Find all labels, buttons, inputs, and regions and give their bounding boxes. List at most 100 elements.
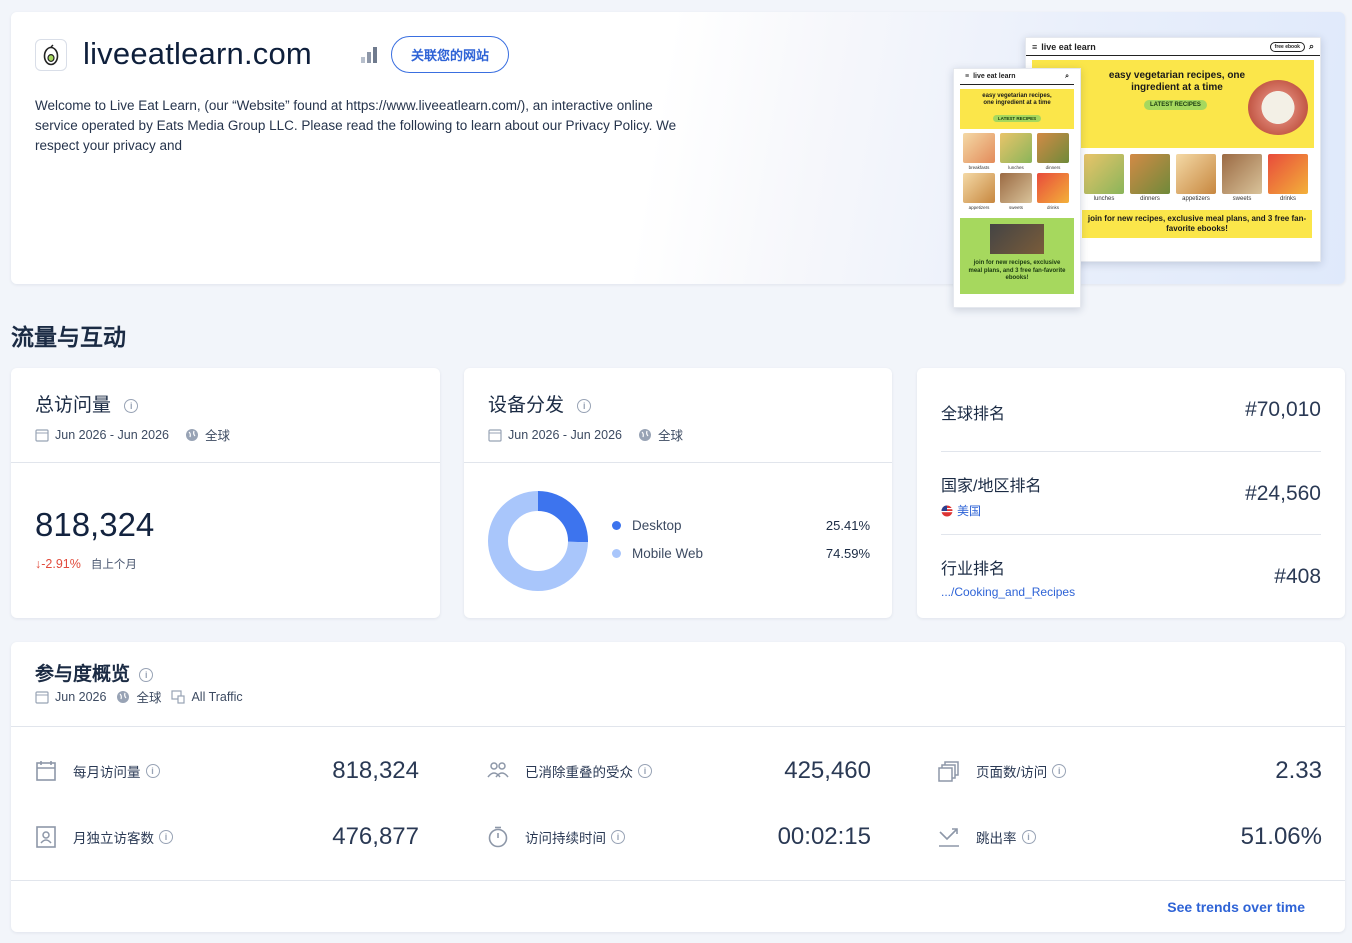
search-icon: ⌕ — [1308, 41, 1314, 51]
info-icon[interactable]: i — [1052, 764, 1067, 778]
info-icon[interactable]: i — [1021, 830, 1036, 844]
divider — [941, 451, 1321, 452]
site-name: liveeatlearn.com — [83, 36, 312, 71]
engagement-overview-card: 参与度概览 i Jun 2026 全球 All Traffic 每月访问量 i 8… — [11, 642, 1345, 932]
connect-site-button[interactable]: 关联您的网站 — [391, 36, 509, 73]
metric-pages-per-visit: 页面数/访问 i 2.33 — [938, 757, 1322, 785]
metric-deduplicated-audience: 已消除重叠的受众 i 425,460 — [487, 757, 871, 785]
preview-headline: easy vegetarian recipes, one ingredient … — [1108, 70, 1246, 93]
card-meta: Jun 2026 - Jun 2026 全球 — [35, 425, 230, 444]
preview-ebook-button: free ebook — [1269, 41, 1305, 52]
info-icon[interactable]: i — [638, 764, 652, 778]
legend-dot — [612, 521, 621, 530]
change-value: -2.91% — [41, 557, 81, 571]
device-distribution-card: 设备分发 i Jun 2026 - Jun 2026 全球 Desktop 25… — [464, 368, 892, 618]
device-donut-chart — [488, 491, 588, 591]
divider — [11, 462, 440, 463]
card-meta: Jun 2026 - Jun 2026 全球 — [488, 425, 683, 444]
preview-header: ≡ live eat learn ⌕ — [960, 69, 1074, 85]
donut-slice-desktop[interactable] — [537, 491, 588, 543]
metric-value: 476,877 — [332, 823, 419, 850]
divider — [941, 534, 1321, 535]
calendar-icon — [35, 428, 49, 442]
food-plate-image — [1248, 80, 1308, 135]
date[interactable]: Jun 2026 — [55, 690, 106, 704]
calendar-icon — [488, 428, 502, 442]
legend-dot — [612, 549, 621, 558]
menu-icon: ≡ — [965, 73, 970, 80]
bounce-arrow-icon — [939, 828, 959, 847]
see-trends-link[interactable]: See trends over time — [1167, 899, 1305, 915]
legend-label: Desktop — [632, 518, 682, 533]
metric-bounce-rate: 跳出率 i 51.06% — [938, 823, 1322, 851]
metric-label: 跳出率 — [976, 831, 1017, 846]
devices-icon — [171, 689, 186, 704]
card-title: 设备分发 — [488, 395, 565, 416]
country-name[interactable]: 美国 — [957, 502, 981, 519]
users-icon — [487, 762, 509, 778]
metric-label: 已消除重叠的受众 — [525, 765, 633, 780]
pages-icon — [938, 761, 959, 782]
preview-banner: join for new recipes, exclusive meal pla… — [960, 218, 1074, 294]
legend-value: 25.41% — [825, 518, 870, 533]
divider — [11, 726, 1345, 727]
rank-value: #24,560 — [1245, 482, 1321, 505]
card-title: 参与度概览 — [35, 664, 131, 685]
card-title: 总访问量 — [35, 395, 112, 416]
card-meta: Jun 2026 全球 All Traffic — [35, 687, 243, 706]
date-range[interactable]: Jun 2026 - Jun 2026 — [55, 428, 169, 442]
preview-cta: LATEST RECIPES — [1144, 100, 1207, 110]
info-icon[interactable]: i — [145, 764, 160, 778]
metric-label: 每月访问量 — [73, 765, 141, 780]
section-title: 流量与互动 — [11, 324, 126, 350]
metric-monthly-visits: 每月访问量 i 818,324 — [35, 757, 419, 785]
legend-label: Mobile Web — [632, 546, 704, 561]
info-icon[interactable]: i — [611, 830, 625, 844]
metric-value: 2.33 — [1275, 757, 1322, 784]
preview-header: ≡ live eat learn free ebook ⌕ — [1026, 38, 1320, 56]
preview-logo: live eat learn — [1041, 41, 1096, 52]
industry-name[interactable]: .../Cooking_and_Recipes — [941, 585, 1075, 599]
legend-mobile: Mobile Web 74.59% — [612, 546, 870, 561]
global-rank: 全球排名 #70,010 — [941, 398, 1321, 424]
preview-banner: join for new recipes, exclusive meal pla… — [1082, 210, 1312, 238]
divider — [11, 880, 1345, 881]
visits-change: ↓-2.91% 自上个月 — [35, 556, 137, 572]
rank-value: #408 — [1274, 565, 1321, 588]
metric-label: 月独立访客数 — [73, 831, 154, 846]
metric-value: 818,324 — [332, 757, 419, 784]
site-description: Welcome to Live Eat Learn, (our “Website… — [35, 98, 677, 153]
region[interactable]: 全球 — [136, 687, 161, 706]
globe-icon — [185, 428, 198, 441]
visitor-card-icon — [36, 826, 56, 848]
metric-label: 访问持续时间 — [525, 831, 606, 846]
region[interactable]: 全球 — [205, 425, 230, 444]
date-range[interactable]: Jun 2026 - Jun 2026 — [508, 428, 622, 442]
traffic-type[interactable]: All Traffic — [191, 690, 242, 704]
us-flag-icon — [941, 505, 953, 516]
rank-label: 行业排名 — [941, 561, 1006, 578]
rank-signal-icon — [361, 47, 377, 63]
region[interactable]: 全球 — [658, 425, 683, 444]
metric-value: 425,460 — [784, 757, 871, 784]
info-icon[interactable]: i — [124, 398, 139, 413]
metric-label: 页面数/访问 — [976, 765, 1048, 780]
preview-logo: live eat learn — [973, 73, 1016, 80]
site-favicon — [35, 39, 67, 71]
info-icon[interactable]: i — [159, 830, 173, 844]
mobile-preview[interactable]: ≡ live eat learn ⌕ easy vegetarian recip… — [953, 68, 1081, 308]
search-icon: ⌕ — [1065, 72, 1069, 80]
globe-icon — [638, 428, 651, 441]
menu-icon: ≡ — [1032, 41, 1038, 52]
preview-categories: breakfasts lunches dinners appetizers sw… — [954, 129, 1080, 214]
info-icon[interactable]: i — [139, 667, 154, 682]
legend-value: 74.59% — [825, 546, 870, 561]
metric-value: 51.06% — [1240, 823, 1322, 850]
country-rank: 国家/地区排名 美国 #24,560 — [941, 472, 1321, 519]
total-visits-card: 总访问量 i Jun 2026 - Jun 2026 全球 818,324 ↓-… — [11, 368, 440, 618]
calendar-icon — [35, 690, 49, 704]
rank-card: 全球排名 #70,010 国家/地区排名 美国 #24,560 行业排名 ...… — [917, 368, 1345, 618]
ebook-covers-image — [990, 224, 1044, 254]
info-icon[interactable]: i — [577, 398, 592, 413]
rank-value: #70,010 — [1245, 398, 1321, 421]
